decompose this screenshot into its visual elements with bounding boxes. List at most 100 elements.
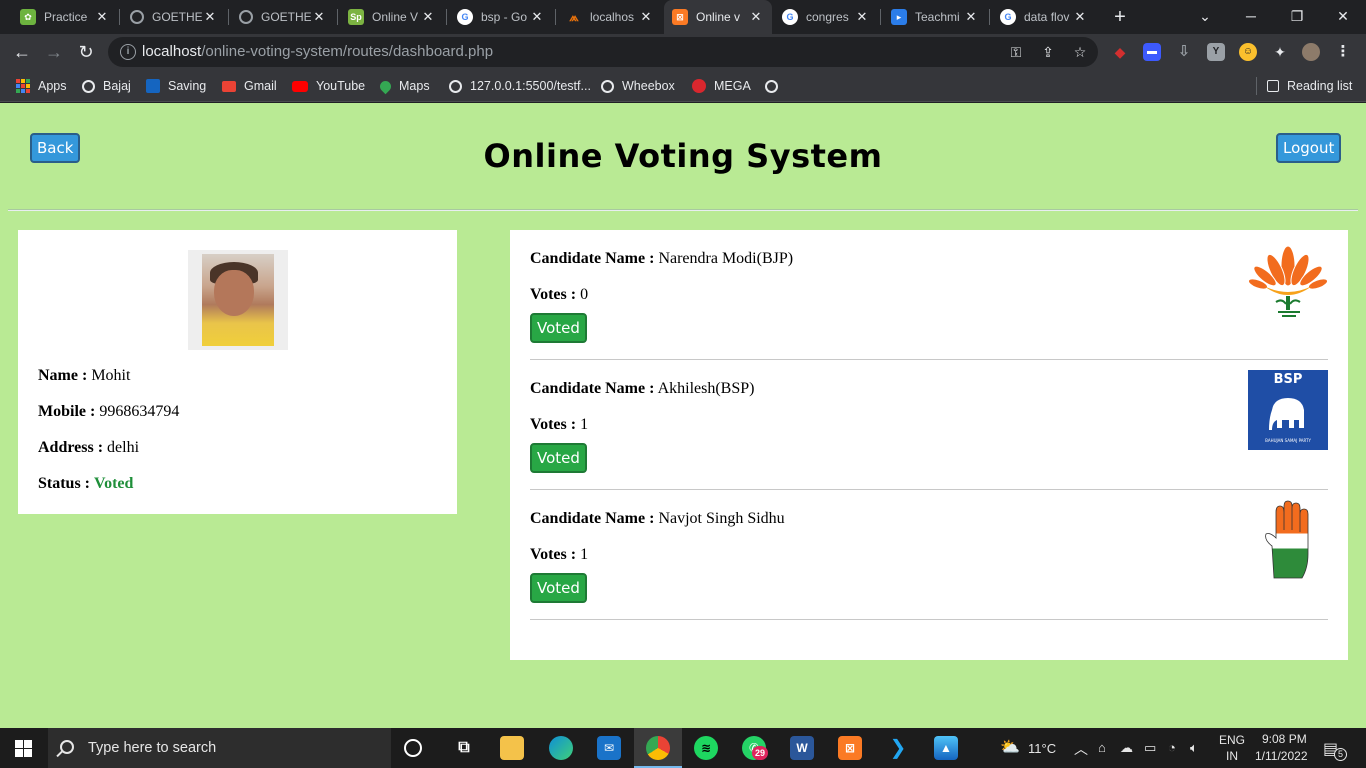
logout-button[interactable]: Logout <box>1276 133 1342 163</box>
share-icon[interactable]: ⇪ <box>1038 43 1058 61</box>
bookmark-localhost-5500[interactable]: 127.0.0.1:5500/testf... <box>449 77 591 95</box>
candidate-votes-row: Votes : 1 <box>530 416 589 433</box>
windows-taskbar: Type here to search ⧉ ✉ ≋ ✆ 29 W ⊠ ❯ ▲ ⛅… <box>0 728 1366 768</box>
close-icon[interactable]: ✕ <box>311 9 327 25</box>
teachmint-icon: ▸ <box>891 9 907 25</box>
volume-icon[interactable]: 🔈︎ <box>1190 740 1198 756</box>
key-icon[interactable]: ⚿ <box>1006 43 1026 61</box>
sp-icon: Sp <box>348 9 364 25</box>
mail-icon[interactable]: ✉ <box>597 736 621 760</box>
language-top[interactable]: ENG <box>1219 733 1245 747</box>
tab-search-chevron-icon[interactable]: ⌄ <box>1182 0 1228 34</box>
onedrive-icon[interactable]: ☁ <box>1120 740 1133 756</box>
task-view-icon[interactable]: ⧉ <box>452 736 476 760</box>
bookmark-maps[interactable]: Maps <box>377 77 430 95</box>
candidate-item: Candidate Name : Narendra Modi(BJP) Vote… <box>530 230 1328 360</box>
tab-online-v[interactable]: Sp Online V ✕ <box>340 0 444 34</box>
battery-icon[interactable]: ▭ <box>1144 740 1156 756</box>
minimize-icon[interactable]: ─ <box>1228 0 1274 34</box>
page-content: Back Online Voting System Logout Name : … <box>0 103 1366 728</box>
voted-button[interactable]: Voted <box>530 573 587 603</box>
close-icon[interactable]: ✕ <box>420 9 436 25</box>
vscode-icon[interactable]: ❯ <box>886 736 910 760</box>
bookmark-star-icon[interactable]: ☆ <box>1070 43 1090 61</box>
close-icon[interactable]: ✕ <box>854 9 870 25</box>
close-icon[interactable]: ✕ <box>748 9 764 25</box>
taskbar-search-input[interactable]: Type here to search <box>48 728 391 768</box>
restore-icon[interactable]: ❐ <box>1274 0 1320 34</box>
bookmark-saving[interactable]: Saving <box>146 77 206 95</box>
youtube-icon <box>292 80 308 92</box>
info-icon[interactable]: i <box>120 44 136 60</box>
language-bottom[interactable]: IN <box>1226 749 1238 763</box>
wifi-icon[interactable]: ◔ <box>1168 740 1176 755</box>
candidates-card: Candidate Name : Narendra Modi(BJP) Vote… <box>510 230 1348 660</box>
google-icon: G <box>457 9 473 25</box>
tab-goethe-1[interactable]: GOETHE ✕ <box>122 0 226 34</box>
xampp-icon[interactable]: ⊠ <box>838 736 862 760</box>
new-tab-button[interactable]: + <box>1108 5 1132 29</box>
forward-arrow-icon[interactable]: → <box>40 38 68 66</box>
menu-kebab-icon[interactable]: ⋮ <box>1334 43 1352 61</box>
browser-toolbar: ← → ↻ i localhost/online-voting-system/r… <box>0 34 1366 70</box>
voted-button[interactable]: Voted <box>530 313 587 343</box>
close-icon[interactable]: ✕ <box>638 9 654 25</box>
profile-avatar[interactable] <box>1302 43 1320 61</box>
google-icon: G <box>782 9 798 25</box>
tab-data-flow[interactable]: G data flov ✕ <box>992 0 1096 34</box>
download-icon[interactable]: ⇩ <box>1175 43 1193 61</box>
search-icon <box>60 740 74 754</box>
bookmark-mega[interactable]: MEGA <box>692 77 751 95</box>
voted-button[interactable]: Voted <box>530 443 587 473</box>
clock-time[interactable]: 9:08 PM <box>1262 732 1307 746</box>
word-icon[interactable]: W <box>790 736 814 760</box>
close-icon[interactable]: ✕ <box>1072 9 1088 25</box>
close-icon[interactable]: ✕ <box>202 9 218 25</box>
edge-icon[interactable] <box>549 736 573 760</box>
extensions-puzzle-icon[interactable]: ✦ <box>1271 43 1289 61</box>
globe-icon <box>239 10 253 24</box>
windows-start-icon[interactable] <box>15 740 32 757</box>
close-icon[interactable]: ✕ <box>529 9 545 25</box>
bookmark-youtube[interactable]: YouTube <box>292 77 365 95</box>
gmail-icon <box>222 80 236 92</box>
tab-bsp-google[interactable]: G bsp - Go ✕ <box>449 0 553 34</box>
tab-congress-google[interactable]: G congres ✕ <box>774 0 878 34</box>
bookmark-unnamed[interactable] <box>765 77 786 95</box>
extension-blue-icon[interactable]: ▬ <box>1143 43 1161 61</box>
close-window-icon[interactable]: ✕ <box>1320 0 1366 34</box>
reload-icon[interactable]: ↻ <box>72 38 100 66</box>
extension-y-icon[interactable]: Y <box>1207 43 1225 61</box>
spotify-icon[interactable]: ≋ <box>694 736 718 760</box>
cortana-icon[interactable] <box>404 739 422 757</box>
back-arrow-icon[interactable]: ← <box>8 38 36 66</box>
chrome-icon[interactable] <box>646 736 670 760</box>
tab-practice[interactable]: ✿ Practice ✕ <box>12 0 118 34</box>
close-icon[interactable]: ✕ <box>94 9 110 25</box>
tray-device-icon[interactable]: ⌂ <box>1098 740 1106 755</box>
tab-online-voting-active[interactable]: ⊠ Online v ✕ <box>664 0 772 34</box>
candidate-votes-row: Votes : 0 <box>530 286 589 303</box>
tab-localhost[interactable]: ⩕ localhos ✕ <box>558 0 662 34</box>
candidate-votes: 0 <box>580 286 589 303</box>
extension-red-icon[interactable]: ◆ <box>1111 43 1129 61</box>
tab-teachmint[interactable]: ▸ Teachmi ✕ <box>883 0 987 34</box>
bookmark-gmail[interactable]: Gmail <box>222 77 277 95</box>
extension-face-icon[interactable]: ☺ <box>1239 43 1257 61</box>
bookmark-wheebox[interactable]: Wheebox <box>601 77 675 95</box>
photos-icon[interactable]: ▲ <box>934 736 958 760</box>
candidate-name-row: Candidate Name : Navjot Singh Sidhu <box>530 510 785 527</box>
address-bar[interactable]: i localhost/online-voting-system/routes/… <box>108 37 1098 67</box>
leaf-icon: ✿ <box>20 9 36 25</box>
bookmark-bajaj[interactable]: Bajaj <box>82 77 131 95</box>
status-badge: Voted <box>94 475 134 492</box>
globe-icon <box>765 79 778 93</box>
weather-icon[interactable]: ⛅ <box>998 736 1022 760</box>
reading-list[interactable]: Reading list <box>1256 77 1352 95</box>
tray-chevron-icon[interactable]: ︿ <box>1074 739 1088 759</box>
close-icon[interactable]: ✕ <box>963 9 979 25</box>
clock-date[interactable]: 1/11/2022 <box>1255 749 1308 763</box>
tab-goethe-2[interactable]: GOETHE ✕ <box>231 0 335 34</box>
bookmark-apps[interactable]: Apps <box>16 77 67 95</box>
file-explorer-icon[interactable] <box>500 736 524 760</box>
